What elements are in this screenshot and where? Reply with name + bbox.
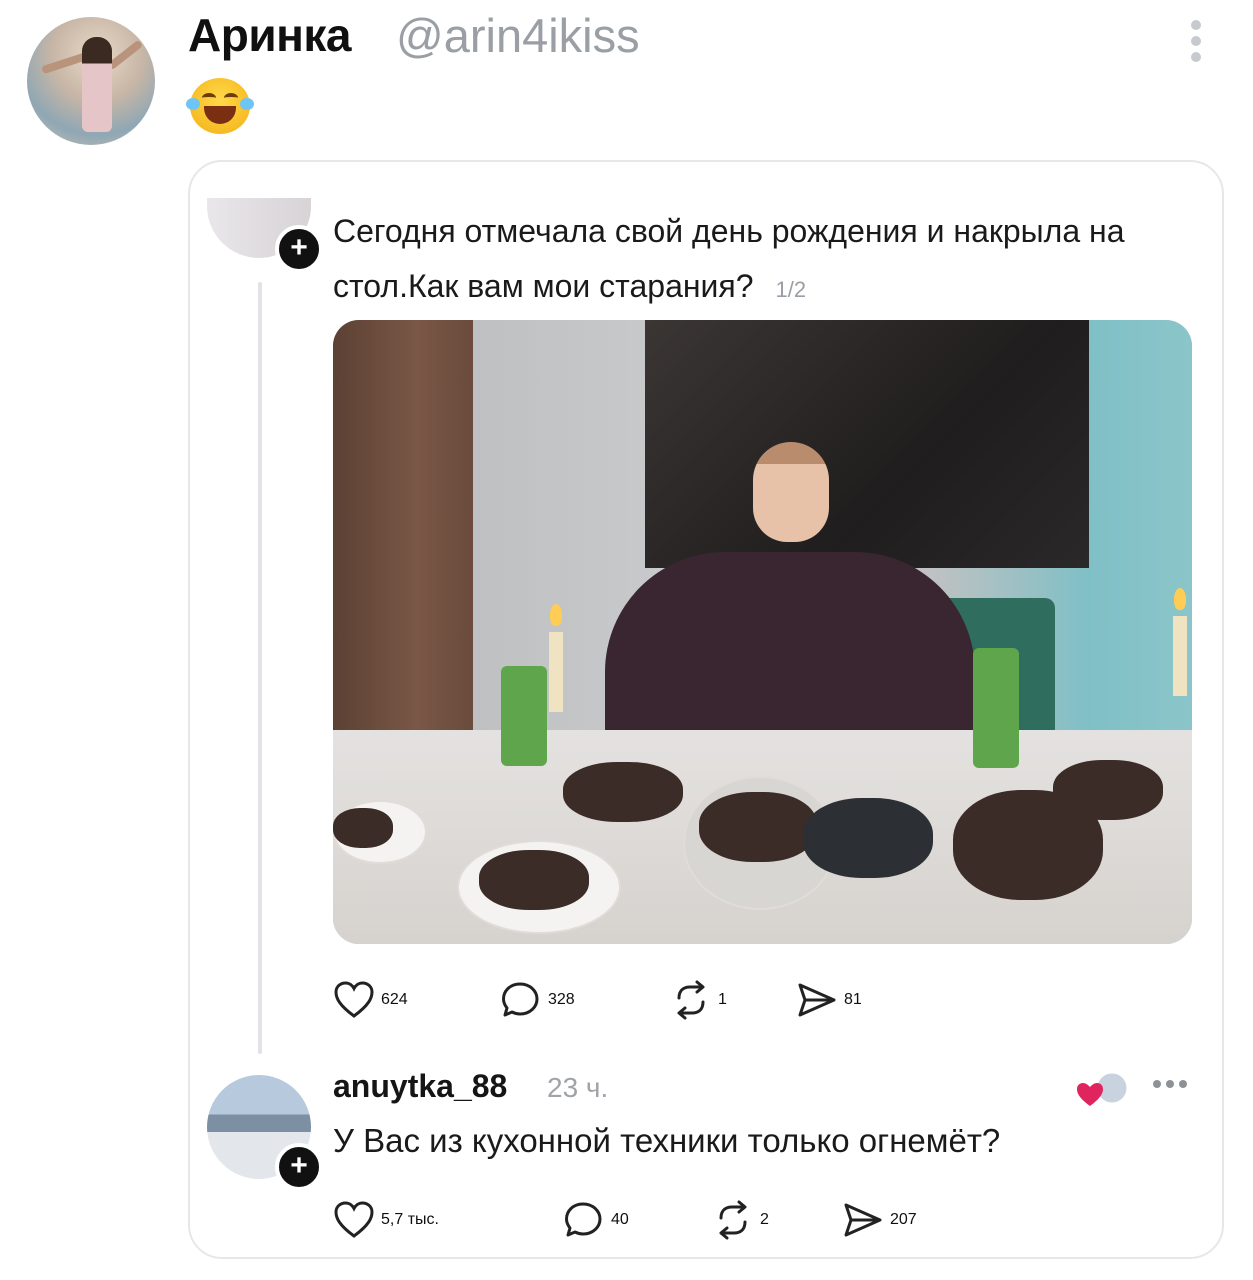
- heart-icon: [334, 981, 374, 1018]
- commenter-username[interactable]: anuytka_88: [333, 1068, 507, 1105]
- comment-reply-count: 40: [611, 1211, 629, 1228]
- share-count: 81: [844, 991, 862, 1008]
- comment-repost-count: 2: [760, 1211, 769, 1228]
- quoted-post-body: Сегодня отмечала свой день рождения и на…: [333, 213, 1125, 304]
- comment-repost-button[interactable]: 2: [712, 1200, 769, 1240]
- repost-count: 1: [718, 991, 727, 1008]
- comment-icon: [565, 1202, 602, 1237]
- comment-more-icon[interactable]: [1153, 1080, 1187, 1088]
- comment-text: У Вас из кухонной техники только огнемёт…: [333, 1122, 1001, 1159]
- reply-button[interactable]: 328: [500, 980, 575, 1020]
- author-name[interactable]: Аринка: [188, 8, 352, 62]
- comment-timestamp: 23 ч.: [547, 1072, 609, 1103]
- send-icon: [844, 1203, 882, 1237]
- comment-share-button[interactable]: 207: [842, 1200, 917, 1240]
- post-photo[interactable]: [333, 320, 1192, 944]
- heart-icon: [334, 1201, 374, 1238]
- like-button[interactable]: 624: [333, 980, 408, 1020]
- like-count: 624: [381, 991, 408, 1008]
- quoted-post-text: Сегодня отмечала свой день рождения и на…: [333, 204, 1133, 317]
- comment-like-count: 5,7 тыс.: [381, 1211, 439, 1228]
- repost-icon: [719, 1200, 747, 1240]
- thread-line: [258, 282, 262, 1054]
- laughing-tears-emoji-icon: [186, 78, 254, 134]
- comment-reply-button[interactable]: 40: [563, 1200, 629, 1240]
- author-handle[interactable]: @arin4ikiss: [396, 8, 640, 63]
- author-avatar[interactable]: [27, 17, 155, 145]
- follow-plus-icon[interactable]: +: [275, 1143, 323, 1191]
- follow-plus-icon[interactable]: +: [275, 225, 323, 273]
- reply-count: 328: [548, 991, 575, 1008]
- send-icon: [798, 983, 836, 1017]
- image-pager: 1/2: [775, 277, 807, 302]
- comment-share-count: 207: [890, 1211, 917, 1228]
- share-button[interactable]: 81: [796, 980, 862, 1020]
- comment-icon: [502, 982, 539, 1017]
- repost-icon: [677, 980, 705, 1020]
- repost-button[interactable]: 1: [670, 980, 727, 1020]
- liked-by-author-icon: [1074, 1070, 1134, 1110]
- more-options-icon[interactable]: [1186, 20, 1206, 64]
- comment-like-button[interactable]: 5,7 тыс.: [333, 1200, 439, 1240]
